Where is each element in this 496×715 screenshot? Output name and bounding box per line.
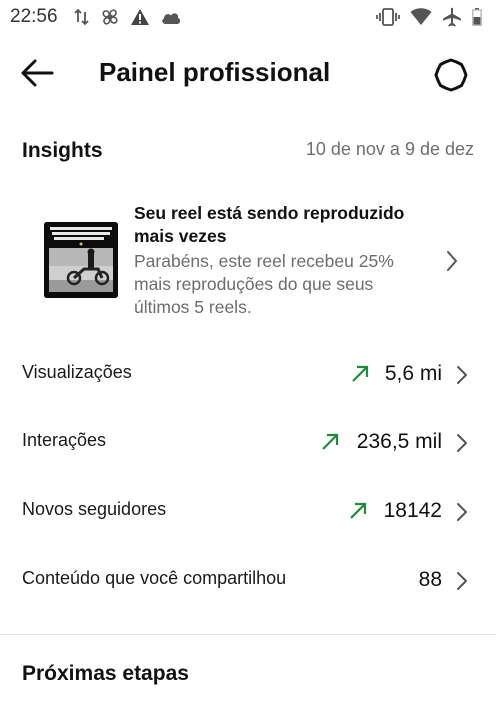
settings-button[interactable]	[433, 57, 471, 92]
vibrate-icon	[376, 8, 400, 26]
insights-title: Insights	[22, 139, 103, 162]
data-transfer-icon	[74, 8, 90, 26]
next-steps-title: Próximas etapas	[22, 662, 189, 685]
app-header: Painel profissional	[0, 48, 496, 98]
airplane-icon	[442, 7, 462, 27]
status-right-icons	[376, 7, 482, 27]
metric-value: 5,6 mi	[384, 362, 442, 385]
chevron-right-icon	[457, 572, 467, 590]
metric-row-views[interactable]: Visualizações 5,6 mi	[22, 354, 474, 394]
reel-title: Seu reel está sendo reproduzido mais vez…	[134, 203, 405, 246]
page-title: Painel profissional	[99, 57, 331, 87]
status-time: 22:56	[10, 6, 58, 27]
chevron-right-icon	[447, 251, 457, 271]
back-arrow-icon	[21, 59, 54, 87]
reel-thumbnail	[44, 222, 118, 298]
metric-value: 18142	[383, 499, 442, 522]
metric-label: Conteúdo que você compartilhou	[22, 568, 287, 588]
status-left-icons	[74, 7, 182, 27]
metric-row-shared-content[interactable]: Conteúdo que você compartilhou 88	[22, 560, 474, 600]
insights-header: Insights 10 de nov a 9 de dez	[22, 137, 474, 165]
chevron-right-icon	[457, 503, 467, 521]
metric-row-new-followers[interactable]: Novos seguidores 18142	[22, 491, 474, 531]
reel-description: Parabéns, este reel recebeu 25% mais rep…	[134, 251, 394, 317]
chevron-right-icon	[457, 434, 467, 452]
section-divider	[0, 634, 496, 635]
cloud-icon	[160, 9, 182, 25]
metric-value: 236,5 mil	[356, 430, 442, 453]
metric-label: Visualizações	[22, 362, 132, 382]
battery-icon	[472, 8, 482, 26]
metric-value: 88	[418, 568, 442, 591]
chevron-right-icon	[457, 366, 467, 384]
status-bar: 22:56	[0, 0, 496, 34]
pinwheel-icon	[100, 7, 120, 27]
trend-up-icon	[322, 433, 339, 450]
back-button[interactable]	[20, 58, 60, 88]
trend-up-icon	[352, 365, 369, 382]
metric-label: Novos seguidores	[22, 499, 167, 519]
trend-up-icon	[350, 502, 367, 519]
wifi-icon	[410, 8, 432, 26]
metric-label: Interações	[22, 430, 107, 450]
date-range[interactable]: 10 de nov a 9 de dez	[306, 139, 474, 160]
metric-row-interactions[interactable]: Interações 236,5 mil	[22, 422, 474, 462]
warning-icon	[130, 8, 150, 26]
reel-insight-card[interactable]: Seu reel está sendo reproduzido mais vez…	[0, 196, 496, 326]
reel-text: Seu reel está sendo reproduzido mais vez…	[134, 202, 424, 319]
settings-gear-icon	[434, 58, 468, 92]
